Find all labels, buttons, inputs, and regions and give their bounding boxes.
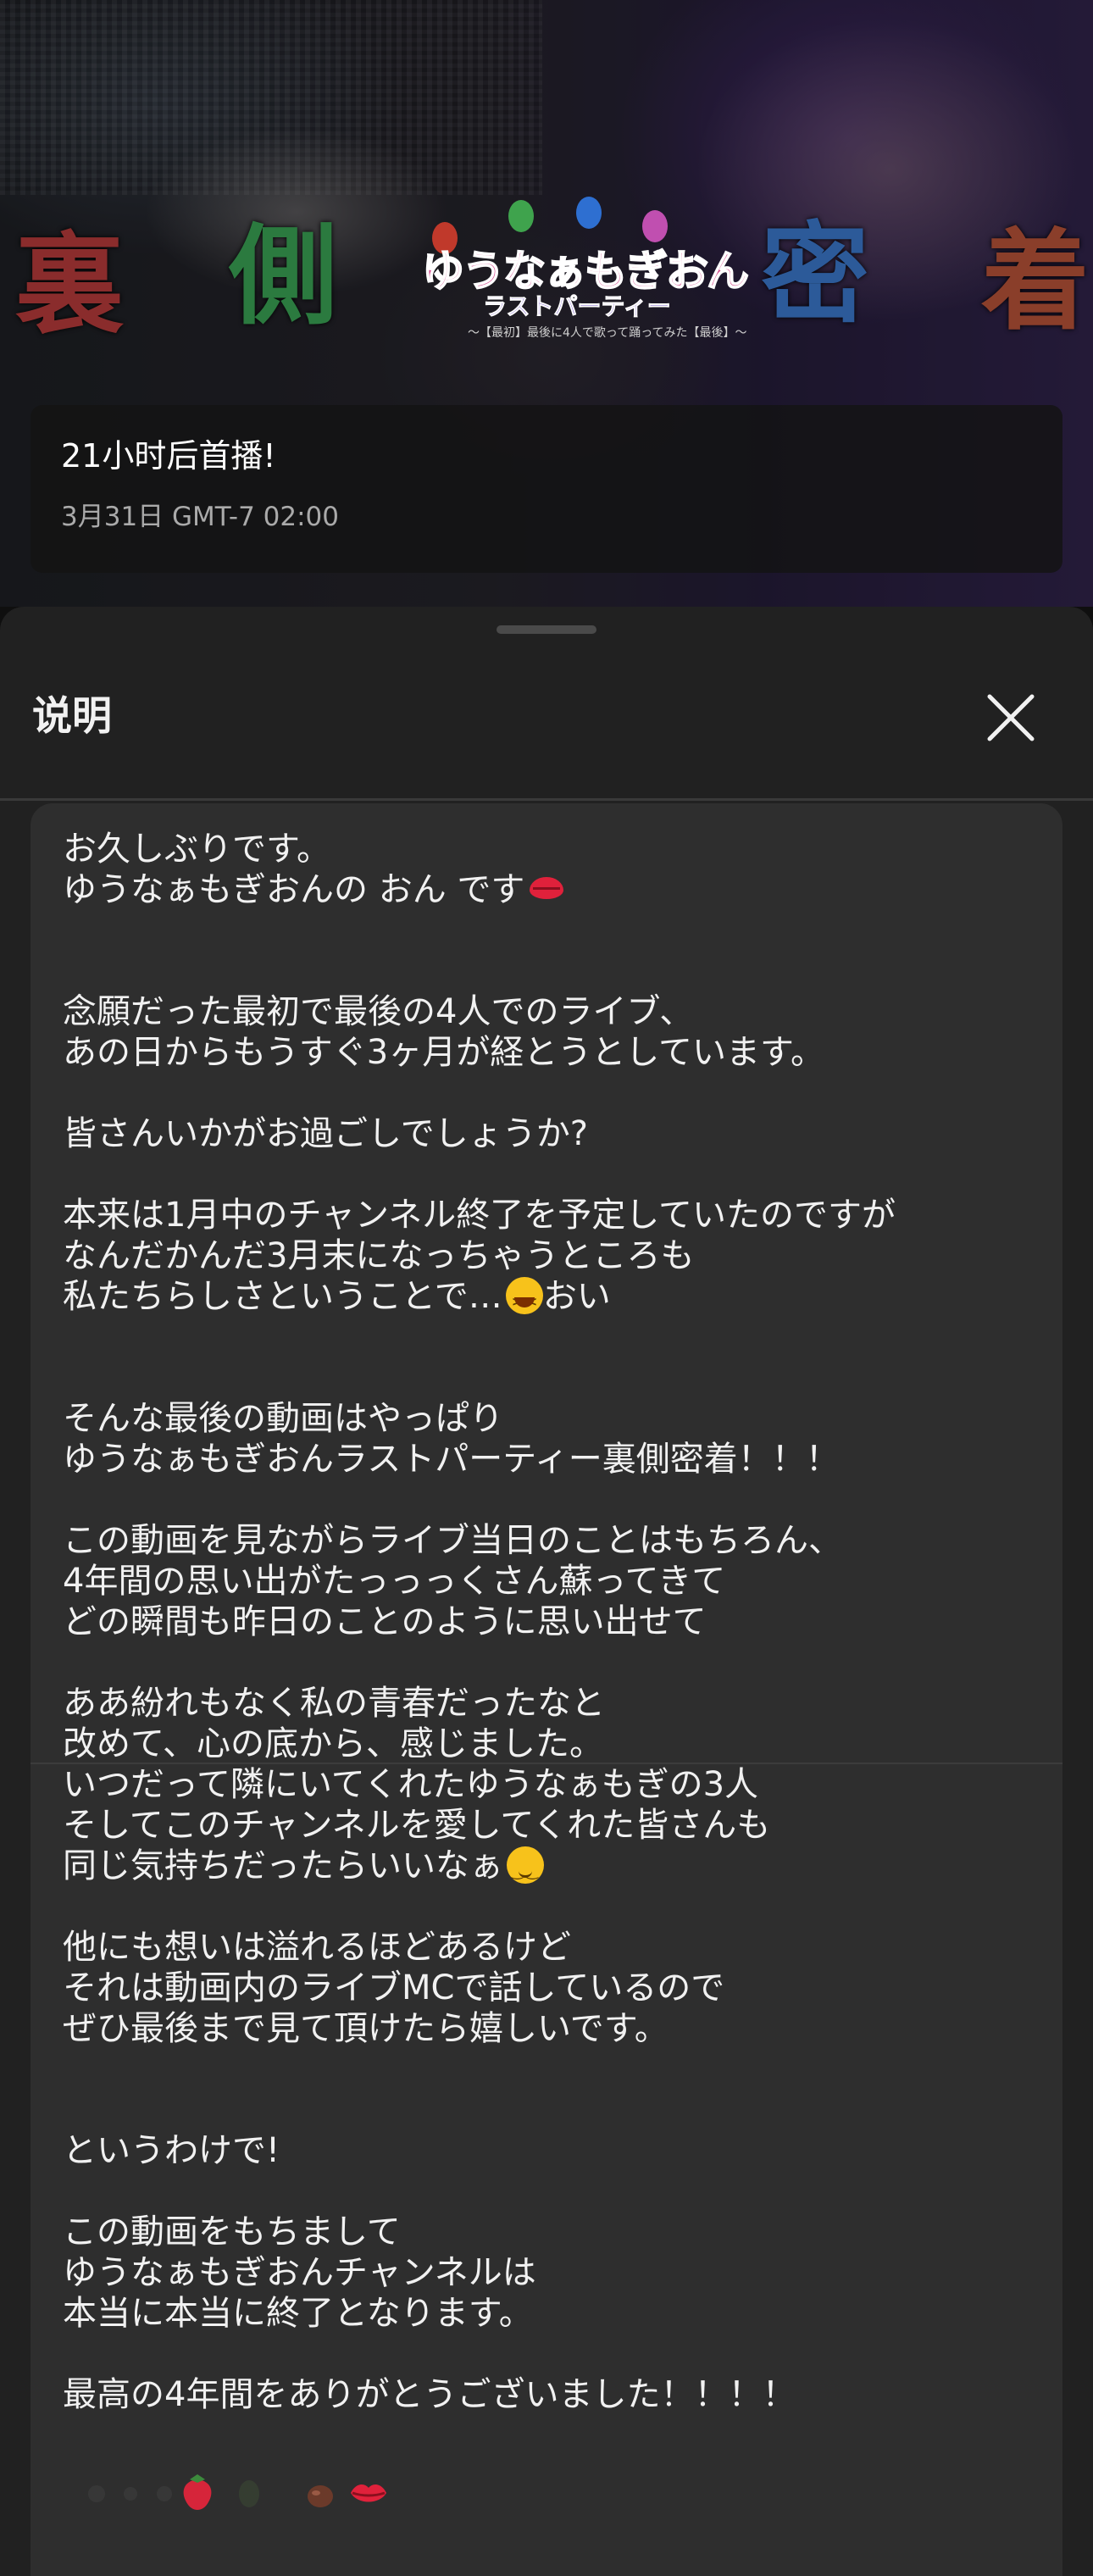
description-line <box>63 1154 1030 1195</box>
description-line: それは動画内のライブMCで話しているので <box>63 1968 725 2007</box>
description-line: なんだかんだ3月末になっちゃうところも <box>63 1236 695 1275</box>
content-seam <box>31 1763 1062 1764</box>
kiss-mark-icon <box>528 870 565 908</box>
description-line: この動画を見ながらライブ当日のことはもちろん、 <box>63 1521 842 1560</box>
strawberry-icon <box>183 2474 212 2510</box>
balloon-icon <box>508 200 534 232</box>
description-line <box>63 1886 1030 1927</box>
description-line <box>63 2171 1030 2212</box>
logo-caption: 〜【最初】最後に4人で歌って踊ってみた【最後】〜 <box>468 326 747 340</box>
relieved-face-icon <box>507 1846 544 1892</box>
description-line: ぜひ最後まで見て頂けたら嬉しいです。 <box>63 2009 669 2048</box>
kiss-mark-icon <box>351 2484 386 2502</box>
premiere-info-card: 21小时后首播! 3月31日 GMT-7 02:00 <box>31 405 1062 573</box>
description-line: お久しぶりです。 <box>63 830 330 869</box>
description-line: 改めて、心の底から、感じました。 <box>63 1724 603 1763</box>
description-line <box>63 2334 1030 2374</box>
description-line <box>63 1317 1030 1357</box>
description-sheet: 说明 お久しぶりです。 ゆうなぁもぎおんの おん です 念願だった最初で最後の4… <box>0 607 1093 2576</box>
description-line: そしてこのチャンネルを愛してくれた皆さんも <box>63 1806 771 1845</box>
close-icon <box>987 694 1035 741</box>
description-line: 同じ気持ちだったらいいなぁ <box>63 1846 1030 1892</box>
description-line: ゆうなぁもぎおんラストパーティー裏側密着！！！ <box>63 1440 840 1479</box>
description-line: 皆さんいかがお過ごしでしょうか? <box>63 1114 589 1153</box>
description-line <box>63 2049 1030 2090</box>
description-line <box>63 910 1030 951</box>
balloon-icon <box>576 197 602 229</box>
premiere-datetime: 3月31日 GMT-7 02:00 <box>61 501 339 532</box>
description-line: というわけで! <box>63 2131 280 2170</box>
description-line: この動画をもちまして <box>63 2212 401 2251</box>
description-line: ゆうなぁもぎおんチャンネルは <box>63 2253 536 2292</box>
description-line: ああ紛れもなく私の青春だったなと <box>63 1684 605 1723</box>
event-logo: ゆうなぁもぎおん ラストパーティー 〜【最初】最後に4人で歌って踊ってみた【最後… <box>415 188 750 358</box>
thumbnail-char-4: 着 <box>981 218 1090 345</box>
description-line <box>63 2090 1030 2130</box>
header-divider <box>0 798 1093 801</box>
thumbnail-char-1: 裏 <box>15 221 125 348</box>
description-line: 本当に本当に終了となります。 <box>63 2294 533 2333</box>
drag-handle[interactable] <box>497 625 596 634</box>
leaf-icon <box>239 2480 259 2507</box>
sheet-title: 说明 <box>32 693 112 740</box>
description-line: 念願だった最初で最後の4人でのライブ、 <box>63 992 694 1031</box>
premiere-status: 21小时后首播! <box>61 437 276 475</box>
logo-subtitle: ラストパーティー <box>483 292 672 321</box>
close-button[interactable] <box>979 686 1042 749</box>
sparkle-icon <box>88 2485 172 2502</box>
description-line <box>63 1642 1030 1683</box>
description-line: どの瞬間も昨日のことのように思い出せて <box>63 1602 707 1641</box>
description-line: そんな最後の動画はやっぱり <box>63 1399 503 1438</box>
description-line: 最高の4年間をありがとうございました！！！！ <box>63 2375 796 2414</box>
description-line: あの日からもうすぐ3ヶ月が経とうとしています。 <box>63 1033 825 1072</box>
description-body: お久しぶりです。 ゆうなぁもぎおんの おん です 念願だった最初で最後の4人での… <box>31 803 1062 2576</box>
description-line: 4年間の思い出がたっっっくさん蘇ってきて <box>63 1562 726 1601</box>
description-line: 他にも想いは溢れるほどあるけど <box>63 1928 571 1967</box>
trailing-emoji-row <box>63 2473 1030 2523</box>
description-line <box>63 1073 1030 1113</box>
thumbnail-char-2: 側 <box>229 213 338 340</box>
video-thumbnail[interactable]: 裏 側 密 着 ゆうなぁもぎおん ラストパーティー 〜【最初】最後に4人で歌って… <box>0 0 1093 607</box>
description-line <box>63 951 1030 991</box>
description-line: 本来は1月中のチャンネル終了を予定していたのですが <box>63 1196 896 1235</box>
grinning-squinting-icon <box>505 1277 543 1322</box>
description-line: ゆうなぁもぎおんの おん です <box>63 869 1030 910</box>
description-line <box>63 1480 1030 1520</box>
description-line <box>63 1357 1030 1398</box>
chestnut-icon <box>308 2485 333 2507</box>
sheet-header: 说明 <box>0 658 1093 766</box>
thumbnail-char-3: 密 <box>761 211 870 338</box>
description-line: 私たちらしさということで…おい <box>63 1276 1030 1322</box>
description-line: いつだって隣にいてくれたゆうなぁもぎの3人 <box>63 1765 759 1804</box>
